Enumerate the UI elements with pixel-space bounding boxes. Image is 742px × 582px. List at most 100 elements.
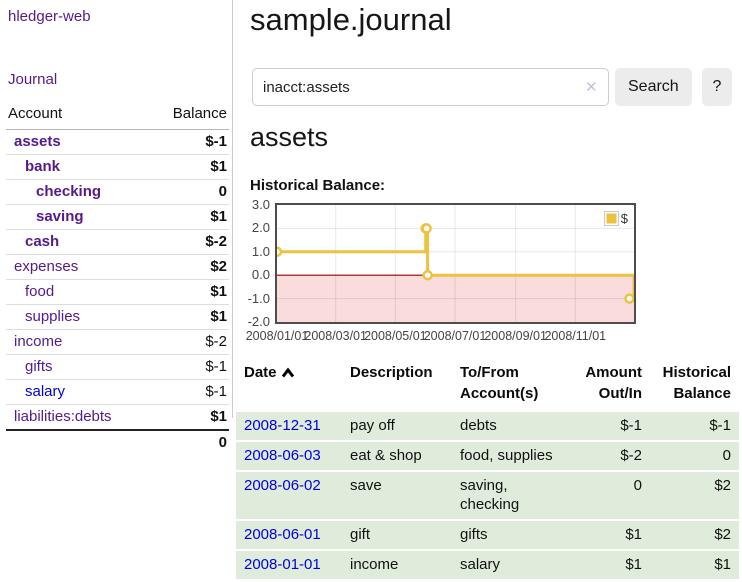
sidebar-account-bank[interactable]: bank [8,158,60,176]
search-input[interactable] [252,68,609,106]
sidebar-account-gifts[interactable]: gifts [8,358,53,376]
col-description-label: Description [350,364,433,381]
transaction-date-cell: 2008-12-31 [236,412,342,441]
register-row: 2008-06-02savesaving, checking0$2 [236,471,739,520]
help-button[interactable]: ? [702,68,732,106]
chart-canvas [277,205,634,322]
col-accounts: To/From Account(s) [452,358,574,412]
sidebar-divider [232,0,233,418]
account-balance: $-1 [151,355,229,380]
transaction-accounts: debts [452,412,574,441]
balance-chart: $ [275,203,636,324]
transaction-accounts: saving, checking [452,471,574,520]
chart-legend: $ [602,210,630,227]
page-title: sample.journal [250,2,452,38]
transaction-description: income [342,550,452,580]
sidebar-account-income[interactable]: income [8,333,62,351]
app-title-link[interactable]: hledger-web [8,8,91,25]
sidebar-account-supplies[interactable]: supplies [8,308,80,326]
sidebar-account-expenses[interactable]: expenses [8,258,78,276]
sidebar-account-saving[interactable]: saving [8,208,84,226]
account-row: saving$1 [6,205,229,230]
account-row: salary $-1 [6,380,229,405]
transaction-date-link[interactable]: 2008-06-01 [244,526,321,543]
transaction-date-cell: 2008-06-03 [236,441,342,471]
sidebar-account-cash[interactable]: cash [8,233,59,251]
account-row: bank $1 [6,155,229,180]
register-row: 2008-06-03 eat & shopfood, supplies$-20 [236,441,739,471]
account-balance: $1 [151,305,229,330]
transaction-amount: $-1 [574,412,650,441]
transaction-description: eat & shop [342,441,452,471]
account-heading: assets [250,122,328,153]
transaction-description: pay off [342,412,452,441]
register-table: Date Description To/From Account(s) Amou… [236,358,739,581]
transaction-date-link[interactable]: 2008-12-31 [244,417,321,434]
x-axis-label: 2008/11/01 [539,329,611,343]
transaction-amount: $1 [574,550,650,580]
transaction-balance: $1 [650,550,739,580]
account-row: gifts $-1 [6,355,229,380]
search-button[interactable]: Search [615,68,692,106]
transaction-amount: 0 [574,471,650,520]
account-row: food $1 [6,280,229,305]
transaction-accounts: salary [452,550,574,580]
col-accounts-label: To/From Account(s) [460,364,538,402]
y-axis-label: 3.0 [236,197,270,212]
transaction-date-link[interactable]: 2008-06-02 [244,477,321,494]
sidebar-account-food[interactable]: food [8,283,54,301]
transaction-balance: $-1 [650,412,739,441]
transaction-date-link[interactable]: 2008-06-03 [244,447,321,464]
sidebar-account-assets[interactable]: assets [8,133,61,151]
account-row: expenses $2 [6,255,229,280]
total-spacer [6,430,151,455]
account-balance: $-1 [151,380,229,405]
col-balance-label: Historical Balance [663,364,731,402]
register-row: 2008-12-31pay offdebts$-1$-1 [236,412,739,441]
col-description: Description [342,358,452,412]
sidebar-item-journal[interactable]: Journal [8,71,57,88]
account-row: checking 0 [6,180,229,205]
account-row: liabilities:debts $1 [6,405,229,431]
account-balance: $2 [151,255,229,280]
legend-swatch-icon [604,211,619,226]
y-axis-label: 0.0 [236,267,270,282]
transaction-accounts: gifts [452,520,574,550]
account-balance: $-2 [151,330,229,355]
clear-search-icon[interactable]: ✕ [585,78,598,96]
accounts-header-row: Account Balance [6,100,229,130]
transaction-description: gift [342,520,452,550]
col-balance: Historical Balance [650,358,739,412]
col-amount: Amount Out/In [574,358,650,412]
transaction-amount: $1 [574,520,650,550]
accounts-col-account: Account [6,100,151,130]
account-balance: 0 [151,180,229,205]
accounts-total-balance: 0 [151,430,229,455]
y-axis-label: 2.0 [236,220,270,235]
sidebar-account-liabilities-debts[interactable]: liabilities:debts [8,408,112,426]
account-balance: $1 [151,155,229,180]
transaction-amount: $-2 [574,441,650,471]
account-balance: $-2 [151,230,229,255]
accounts-col-balance: Balance [151,100,229,130]
transaction-accounts: food, supplies [452,441,574,471]
transaction-balance: $2 [650,471,739,520]
sidebar-account-checking[interactable]: checking [8,183,101,201]
account-balance: $-1 [151,130,229,155]
transaction-date-cell: 2008-06-02 [236,471,342,520]
legend-label: $ [621,211,628,226]
transaction-date-link[interactable]: 2008-01-01 [244,556,321,573]
transaction-date-cell: 2008-01-01 [236,550,342,580]
transaction-balance: 0 [650,441,739,471]
sidebar-account-salary[interactable]: salary [8,383,65,401]
accounts-total-row: 0 [6,430,229,455]
account-balance: $1 [151,280,229,305]
y-axis-label: -2.0 [236,314,270,329]
account-balance: $1 [151,405,229,431]
col-date[interactable]: Date [236,358,342,412]
register-header-row: Date Description To/From Account(s) Amou… [236,358,739,412]
accounts-table: Account Balance assets $-1 bank $1 checking 0… [6,100,229,455]
y-axis-label: 1.0 [236,244,270,259]
register-row: 2008-06-01giftgifts$1$2 [236,520,739,550]
col-amount-label: Amount Out/In [585,364,642,402]
